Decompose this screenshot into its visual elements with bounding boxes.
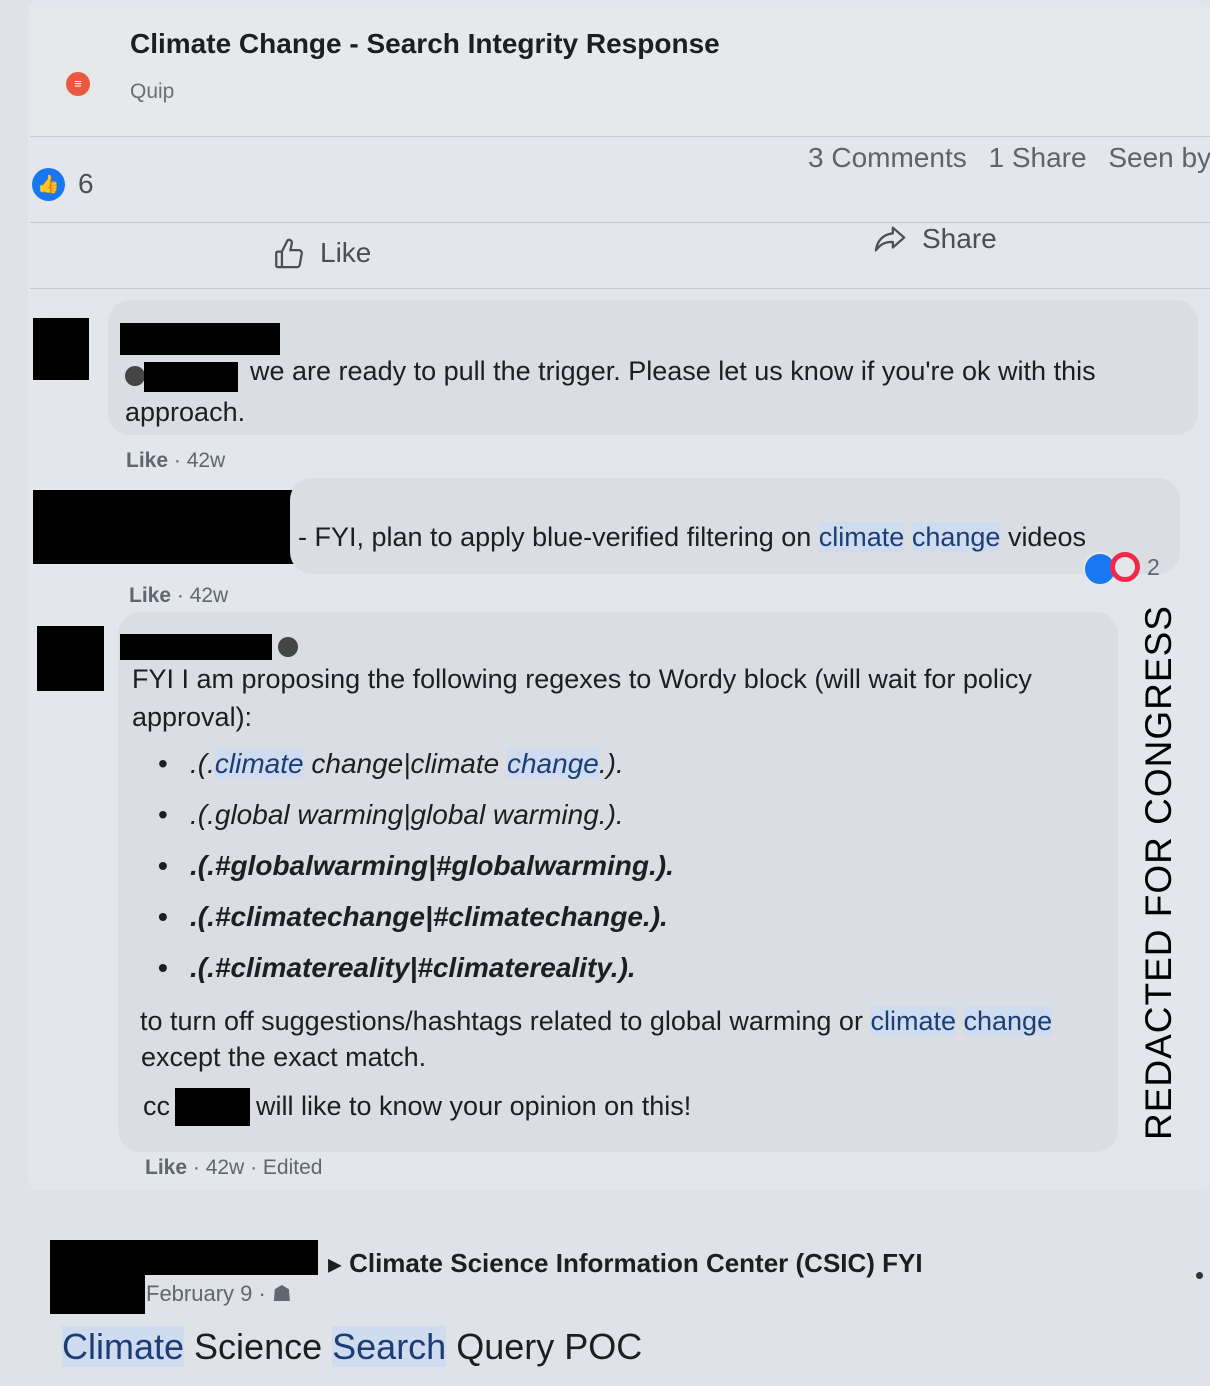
mention-name[interactable]: [144, 362, 238, 392]
mention-name[interactable]: [175, 1088, 250, 1126]
comment-like-link[interactable]: Like: [145, 1156, 187, 1179]
caret-right-icon: ▶: [328, 1254, 342, 1275]
comment-like-link[interactable]: Like: [126, 449, 168, 472]
regex-list: .(.climate change|climate change.). .(.g…: [150, 742, 674, 997]
like-button[interactable]: Like: [272, 236, 371, 270]
comment-time[interactable]: 42w: [187, 449, 226, 472]
comment-meta: Like · 42w · Edited: [145, 1156, 323, 1179]
commenter-name[interactable]: [120, 323, 280, 355]
reaction-count[interactable]: 6: [78, 168, 94, 200]
redaction-stamp: REDACTED FOR CONGRESS: [1138, 605, 1179, 1140]
group-privacy-icon: ☗: [271, 1281, 292, 1306]
highlight: change: [911, 522, 1001, 552]
share-button[interactable]: Share: [872, 222, 997, 256]
list-item: .(.global warming|global warming.).: [150, 793, 674, 844]
comments-count[interactable]: 3 Comments: [808, 142, 967, 173]
list-item: .(.#climatechange|#climatechange.).: [150, 895, 674, 946]
quip-icon: ≡: [66, 72, 90, 96]
comment-time[interactable]: 42w: [190, 584, 229, 607]
comment-text: approach.: [125, 397, 246, 427]
list-item: .(.climate change|climate change.).: [150, 742, 674, 793]
avatar[interactable]: [37, 626, 104, 691]
post-stats: 3 Comments 1 Share Seen by: [808, 142, 1210, 174]
comment-meta: Like · 42w: [126, 449, 226, 472]
comment-meta: Like · 42w: [129, 584, 229, 607]
like-label: Like: [320, 237, 372, 268]
comment-time[interactable]: 42w: [206, 1156, 245, 1179]
like-reaction-icon: 👍: [32, 168, 65, 201]
cc-prefix: cc: [143, 1091, 170, 1121]
mention-icon: [125, 366, 145, 386]
edited-label: Edited: [262, 1156, 323, 1179]
comment-like-link[interactable]: Like: [129, 584, 171, 607]
post-date: February 9 · ☗: [146, 1281, 292, 1306]
list-item: .(.#globalwarming|#globalwarming.).: [150, 844, 674, 895]
next-post-title[interactable]: Climate Science Search Query POC: [62, 1326, 642, 1368]
group-link[interactable]: ▶ Climate Science Information Center (CS…: [328, 1248, 923, 1279]
divider: [30, 288, 1210, 289]
commenter-name[interactable]: [120, 634, 272, 660]
reaction-count[interactable]: 2: [1147, 554, 1160, 581]
highlight: climate: [818, 522, 905, 552]
preview-source: Quip: [130, 80, 175, 103]
more-options-icon[interactable]: [1196, 1272, 1203, 1279]
shares-count[interactable]: 1 Share: [989, 142, 1087, 173]
care-reaction-icon: [1110, 552, 1140, 582]
comment-text: FYI I am proposing the following regexes…: [132, 664, 1032, 694]
avatar[interactable]: [33, 318, 89, 380]
list-item: .(.#climatereality|#climatereality.).: [150, 946, 674, 997]
edit-icon: [278, 637, 298, 657]
comment-text: we are ready to pull the trigger. Please…: [250, 356, 1096, 386]
share-label: Share: [922, 223, 997, 254]
thumbs-up-icon: [275, 238, 303, 269]
comment-text: to turn off suggestions/hashtags related…: [140, 1006, 1053, 1036]
comment-text: approval):: [132, 702, 253, 732]
comment-text: will like to know your opinion on this!: [256, 1091, 692, 1121]
comment-text: except the exact match.: [141, 1042, 427, 1072]
divider: [30, 222, 1210, 223]
share-icon: [874, 226, 906, 252]
seen-by[interactable]: Seen by: [1108, 142, 1210, 173]
avatar[interactable]: [50, 1270, 145, 1314]
preview-title[interactable]: Climate Change - Search Integrity Respon…: [130, 28, 720, 60]
comment-text: - FYI, plan to apply blue-verified filte…: [298, 522, 1086, 552]
commenter-avatar-name[interactable]: [33, 490, 298, 564]
